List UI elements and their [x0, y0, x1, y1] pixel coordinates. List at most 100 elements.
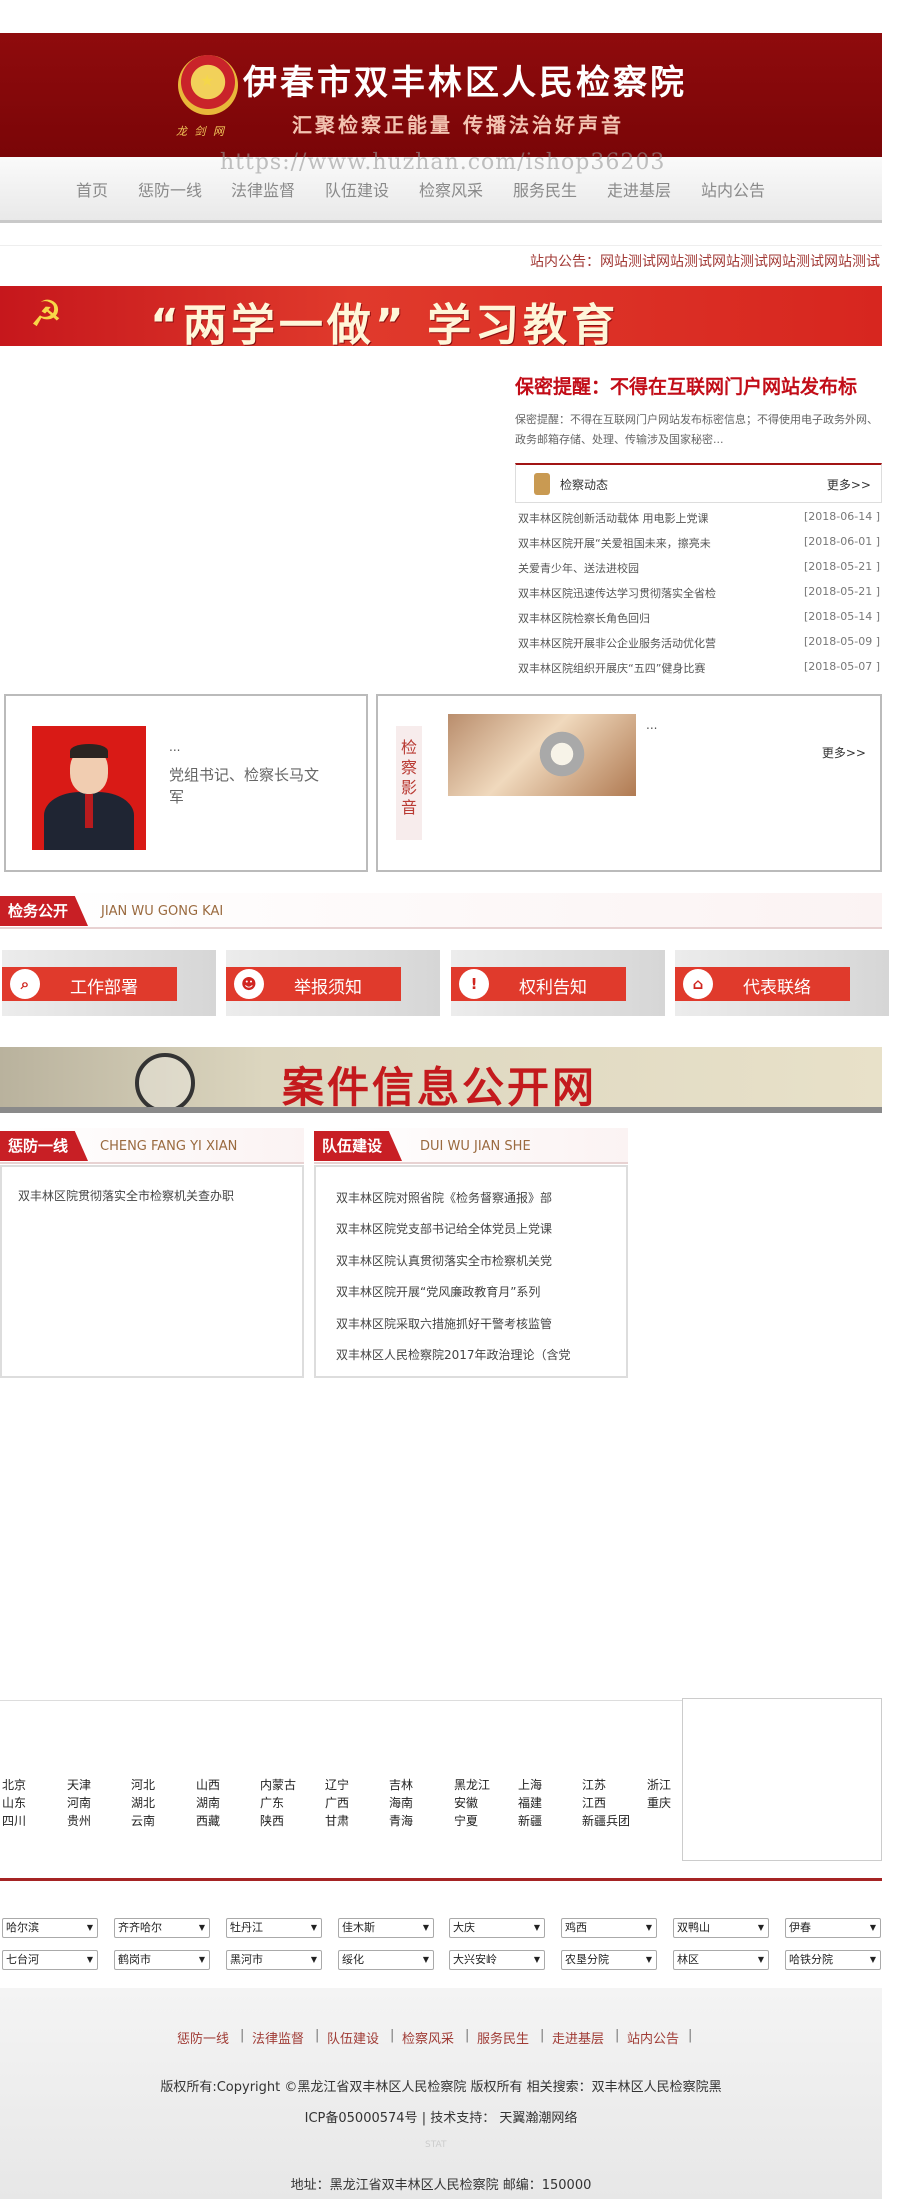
news-title[interactable]: 双丰林区院组织开展庆“五四”健身比赛	[518, 660, 778, 676]
city-select[interactable]: 林区 ▼	[673, 1950, 769, 1970]
news-title[interactable]: 双丰林区院开展非公企业服务活动优化营	[518, 635, 778, 651]
city-select[interactable]: 双鸭山 ▼	[673, 1918, 769, 1938]
province-link[interactable]: 贵州	[67, 1812, 91, 1829]
tile-work-deploy[interactable]: ⌕ 工作部署	[2, 950, 216, 1016]
footer-link[interactable]: 队伍建设	[327, 2028, 379, 2047]
city-select[interactable]: 佳木斯 ▼	[338, 1918, 434, 1938]
leader-title[interactable]: 党组书记、检察长马文军	[169, 764, 329, 808]
province-link[interactable]: 重庆	[647, 1794, 671, 1811]
province-link[interactable]: 江西	[582, 1794, 606, 1811]
tile-report-notice[interactable]: ☻ 举报须知	[226, 950, 440, 1016]
province-link[interactable]: 河北	[131, 1776, 155, 1793]
province-link[interactable]: 吉林	[389, 1776, 413, 1793]
province-link[interactable]: 福建	[518, 1794, 542, 1811]
news-title[interactable]: 双丰林区院检察长角色回归	[518, 610, 778, 626]
nav-chengfang[interactable]: 惩防一线	[138, 177, 202, 201]
province-link[interactable]: 浙江	[647, 1776, 671, 1793]
province-link[interactable]: 山西	[196, 1776, 220, 1793]
city-select[interactable]: 哈铁分院 ▼	[785, 1950, 881, 1970]
footer-link[interactable]: 检察风采	[402, 2028, 454, 2047]
province-link[interactable]: 甘肃	[325, 1812, 349, 1829]
secret-title[interactable]: 保密提醒：不得在互联网门户网站发布标	[515, 372, 857, 399]
tile-deputy-contact[interactable]: ⌂ 代表联络	[675, 950, 889, 1016]
news-title[interactable]: 双丰林区院创新活动载体 用电影上党课	[518, 510, 778, 526]
city-select[interactable]: 大庆 ▼	[449, 1918, 545, 1938]
stats-badge[interactable]: STAT	[425, 2140, 446, 2150]
chengfang-item[interactable]: 双丰林区院贯彻落实全市检察机关查办职	[18, 1187, 234, 1204]
city-select[interactable]: 齐齐哈尔 ▼	[114, 1918, 210, 1938]
case-info-banner[interactable]: 案件信息公开网	[0, 1047, 882, 1113]
footer-link[interactable]: 惩防一线	[177, 2028, 229, 2047]
nav-jiceng[interactable]: 走进基层	[607, 177, 671, 201]
province-link[interactable]: 河南	[67, 1794, 91, 1811]
province-link[interactable]: 陕西	[260, 1812, 284, 1829]
province-link[interactable]: 天津	[67, 1776, 91, 1793]
province-link[interactable]: 北京	[2, 1776, 26, 1793]
province-link[interactable]: 江苏	[582, 1776, 606, 1793]
province-link[interactable]: 海南	[389, 1794, 413, 1811]
city-select[interactable]: 黑河市 ▼	[226, 1950, 322, 1970]
city-select[interactable]: 牡丹江 ▼	[226, 1918, 322, 1938]
family-style-image[interactable]	[448, 714, 636, 796]
news-item[interactable]: 双丰林区院迅速传达学习贯彻落实全省检 [2018-05-21 ]	[518, 585, 880, 610]
province-link[interactable]: 青海	[389, 1812, 413, 1829]
province-link[interactable]: 辽宁	[325, 1776, 349, 1793]
chengfang-tag[interactable]: 惩防一线	[0, 1131, 89, 1161]
nav-duiwu[interactable]: 队伍建设	[325, 177, 389, 201]
province-link[interactable]: 新疆兵团	[582, 1812, 630, 1829]
footer-link[interactable]: 服务民生	[477, 2028, 529, 2047]
news-item[interactable]: 双丰林区院检察长角色回归 [2018-05-14 ]	[518, 610, 880, 635]
province-link[interactable]: 上海	[518, 1776, 542, 1793]
footer-link[interactable]: 法律监督	[252, 2028, 304, 2047]
city-select[interactable]: 哈尔滨 ▼	[2, 1918, 98, 1938]
province-link[interactable]: 湖北	[131, 1794, 155, 1811]
duiwu-item[interactable]: 双丰林区院开展“党风廉政教育月”系列	[336, 1283, 540, 1300]
duiwu-item[interactable]: 双丰林区院采取六措施抓好干警考核监管	[336, 1315, 552, 1332]
city-select[interactable]: 大兴安岭 ▼	[449, 1950, 545, 1970]
city-select[interactable]: 鹤岗市 ▼	[114, 1950, 210, 1970]
province-link[interactable]: 安徽	[454, 1794, 478, 1811]
duiwu-item[interactable]: 双丰林区院对照省院《检务督察通报》部	[336, 1189, 552, 1206]
leader-photo[interactable]	[32, 726, 146, 850]
city-select[interactable]: 鸡西 ▼	[561, 1918, 657, 1938]
study-banner[interactable]: ☭ “两学一做” 学习教育	[0, 286, 882, 346]
tile-rights-notice[interactable]: ! 权利告知	[451, 950, 665, 1016]
nav-home[interactable]: 首页	[76, 177, 108, 201]
news-more-link[interactable]: 更多>>	[827, 476, 871, 493]
province-link[interactable]: 西藏	[196, 1812, 220, 1829]
province-link[interactable]: 新疆	[518, 1812, 542, 1829]
audio-more-link[interactable]: 更多>>	[822, 744, 866, 761]
news-item[interactable]: 双丰林区院创新活动载体 用电影上党课 [2018-06-14 ]	[518, 510, 880, 535]
nav-falv[interactable]: 法律监督	[231, 177, 295, 201]
city-select[interactable]: 七台河 ▼	[2, 1950, 98, 1970]
nav-fengcai[interactable]: 检察风采	[419, 177, 483, 201]
notice-text[interactable]: 站内公告：网站测试网站测试网站测试网站测试网站测试	[530, 251, 882, 271]
duiwu-tag[interactable]: 队伍建设	[314, 1131, 403, 1161]
news-item[interactable]: 关爱青少年、送法进校园 [2018-05-21 ]	[518, 560, 880, 585]
news-item[interactable]: 双丰林区院组织开展庆“五四”健身比赛 [2018-05-07 ]	[518, 660, 880, 685]
city-select[interactable]: 农垦分院 ▼	[561, 1950, 657, 1970]
province-link[interactable]: 内蒙古	[260, 1776, 296, 1793]
news-title[interactable]: 双丰林区院开展“关爱祖国未来，擦亮未	[518, 535, 778, 551]
province-link[interactable]: 广东	[260, 1794, 284, 1811]
province-link[interactable]: 山东	[2, 1794, 26, 1811]
icp-text[interactable]: ICP备05000574号 | 技术支持： 天翼瀚潮网络	[0, 2107, 882, 2126]
province-link[interactable]: 四川	[2, 1812, 26, 1829]
province-link[interactable]: 湖南	[196, 1794, 220, 1811]
province-link[interactable]: 黑龙江	[454, 1776, 490, 1793]
footer-link[interactable]: 站内公告	[627, 2028, 679, 2047]
city-select[interactable]: 伊春 ▼	[785, 1918, 881, 1938]
city-select[interactable]: 绥化 ▼	[338, 1950, 434, 1970]
province-link[interactable]: 广西	[325, 1794, 349, 1811]
duiwu-item[interactable]: 双丰林区院党支部书记给全体党员上党课	[336, 1220, 552, 1237]
duiwu-item[interactable]: 双丰林区人民检察院2017年政治理论（含党	[336, 1346, 571, 1363]
news-item[interactable]: 双丰林区院开展“关爱祖国未来，擦亮未 [2018-06-01 ]	[518, 535, 880, 560]
province-link[interactable]: 宁夏	[454, 1812, 478, 1829]
news-title[interactable]: 双丰林区院迅速传达学习贯彻落实全省检	[518, 585, 778, 601]
news-item[interactable]: 双丰林区院开展非公企业服务活动优化营 [2018-05-09 ]	[518, 635, 880, 660]
province-link[interactable]: 云南	[131, 1812, 155, 1829]
footer-link[interactable]: 走进基层	[552, 2028, 604, 2047]
news-title[interactable]: 关爱青少年、送法进校园	[518, 560, 778, 576]
jianwu-tag[interactable]: 检务公开	[0, 896, 89, 926]
nav-minsheng[interactable]: 服务民生	[513, 177, 577, 201]
